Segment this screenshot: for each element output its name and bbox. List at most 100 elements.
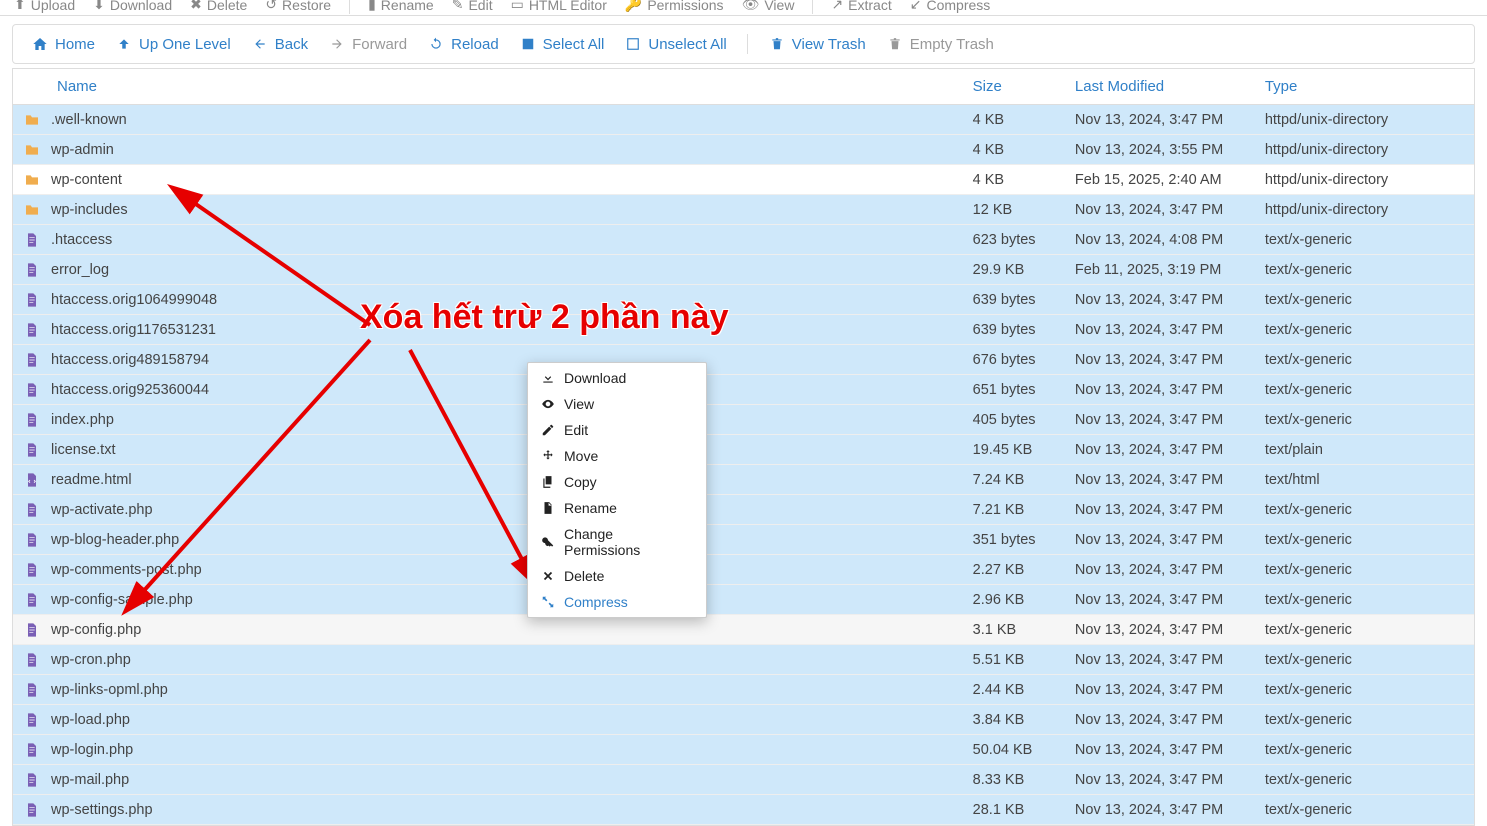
file-modified: Nov 13, 2024, 3:47 PM xyxy=(1065,435,1255,465)
table-row[interactable]: .well-known 4 KB Nov 13, 2024, 3:47 PM h… xyxy=(13,105,1474,135)
folder-icon xyxy=(23,171,41,189)
table-row[interactable]: wp-includes 12 KB Nov 13, 2024, 3:47 PM … xyxy=(13,195,1474,225)
file-type: text/plain xyxy=(1255,435,1474,465)
nav-view-trash-label: View Trash xyxy=(792,36,866,53)
cm-delete[interactable]: Delete xyxy=(528,563,706,589)
cm-rename[interactable]: Rename xyxy=(528,495,706,521)
table-row[interactable]: htaccess.orig1176531231 639 bytes Nov 13… xyxy=(13,315,1474,345)
file-modified: Nov 13, 2024, 3:47 PM xyxy=(1065,615,1255,645)
permissions-label: Permissions xyxy=(647,0,723,13)
table-row[interactable]: error_log 29.9 KB Feb 11, 2025, 3:19 PM … xyxy=(13,255,1474,285)
restore-button[interactable]: ↺Restore xyxy=(265,0,331,13)
permissions-button[interactable]: 🔑Permissions xyxy=(625,0,724,13)
nav-home[interactable]: Home xyxy=(31,35,95,53)
nav-reload[interactable]: Reload xyxy=(427,35,499,53)
cm-download-label: Download xyxy=(564,370,626,386)
file-size: 50.04 KB xyxy=(963,735,1065,765)
table-row[interactable]: htaccess.orig1064999048 639 bytes Nov 13… xyxy=(13,285,1474,315)
nav-up-one-level[interactable]: Up One Level xyxy=(115,35,231,53)
file-name: wp-mail.php xyxy=(51,772,129,788)
file-modified: Nov 13, 2024, 3:47 PM xyxy=(1065,795,1255,825)
table-row[interactable]: wp-cron.php 5.51 KB Nov 13, 2024, 3:47 P… xyxy=(13,645,1474,675)
table-row[interactable]: wp-load.php 3.84 KB Nov 13, 2024, 3:47 P… xyxy=(13,705,1474,735)
close-icon xyxy=(541,569,555,583)
col-header-name[interactable]: Name xyxy=(13,69,963,105)
table-row[interactable]: wp-settings.php 28.1 KB Nov 13, 2024, 3:… xyxy=(13,795,1474,825)
file-icon xyxy=(23,411,41,429)
file-size: 3.84 KB xyxy=(963,705,1065,735)
file-modified: Nov 13, 2024, 3:55 PM xyxy=(1065,135,1255,165)
compress-label: Compress xyxy=(926,0,990,13)
table-row[interactable]: wp-login.php 50.04 KB Nov 13, 2024, 3:47… xyxy=(13,735,1474,765)
file-modified: Nov 13, 2024, 3:47 PM xyxy=(1065,195,1255,225)
extract-button[interactable]: ↗Extract xyxy=(831,0,891,13)
file-icon xyxy=(23,621,41,639)
table-row[interactable]: license.txt 19.45 KB Nov 13, 2024, 3:47 … xyxy=(13,435,1474,465)
edit-button[interactable]: ✎Edit xyxy=(452,0,493,13)
file-size: 623 bytes xyxy=(963,225,1065,255)
nav-back[interactable]: Back xyxy=(251,35,308,53)
file-type: text/x-generic xyxy=(1255,345,1474,375)
file-type: text/x-generic xyxy=(1255,495,1474,525)
cm-edit[interactable]: Edit xyxy=(528,417,706,443)
table-row[interactable]: wp-content 4 KB Feb 15, 2025, 2:40 AM ht… xyxy=(13,165,1474,195)
cm-view[interactable]: View xyxy=(528,391,706,417)
file-type: text/x-generic xyxy=(1255,705,1474,735)
file-icon xyxy=(23,681,41,699)
col-header-type[interactable]: Type xyxy=(1255,69,1474,105)
table-row[interactable]: wp-mail.php 8.33 KB Nov 13, 2024, 3:47 P… xyxy=(13,765,1474,795)
table-row[interactable]: wp-blog-header.php 351 bytes Nov 13, 202… xyxy=(13,525,1474,555)
file-name: htaccess.orig1176531231 xyxy=(51,322,216,338)
col-header-size[interactable]: Size xyxy=(963,69,1065,105)
cm-copy[interactable]: Copy xyxy=(528,469,706,495)
file-name: wp-comments-post.php xyxy=(51,562,202,578)
file-modified: Nov 13, 2024, 3:47 PM xyxy=(1065,465,1255,495)
cm-download[interactable]: Download xyxy=(528,365,706,391)
nav-view-trash[interactable]: View Trash xyxy=(768,35,866,53)
file-size: 19.45 KB xyxy=(963,435,1065,465)
table-row[interactable]: htaccess.orig925360044 651 bytes Nov 13,… xyxy=(13,375,1474,405)
file-modified: Nov 13, 2024, 3:47 PM xyxy=(1065,645,1255,675)
file-modified: Nov 13, 2024, 3:47 PM xyxy=(1065,375,1255,405)
col-header-modified[interactable]: Last Modified xyxy=(1065,69,1255,105)
nav-select-all[interactable]: Select All xyxy=(519,35,605,53)
html-editor-button[interactable]: ▭HTML Editor xyxy=(511,0,607,13)
file-name: index.php xyxy=(51,412,114,428)
file-icon xyxy=(23,711,41,729)
table-row[interactable]: wp-admin 4 KB Nov 13, 2024, 3:55 PM http… xyxy=(13,135,1474,165)
file-table: Name Size Last Modified Type .well-known… xyxy=(13,69,1474,825)
table-row[interactable]: wp-activate.php 7.21 KB Nov 13, 2024, 3:… xyxy=(13,495,1474,525)
file-size: 3.1 KB xyxy=(963,615,1065,645)
table-row[interactable]: wp-comments-post.php 2.27 KB Nov 13, 202… xyxy=(13,555,1474,585)
divider xyxy=(747,34,748,54)
file-modified: Nov 13, 2024, 3:47 PM xyxy=(1065,525,1255,555)
cm-compress[interactable]: Compress xyxy=(528,589,706,615)
file-icon xyxy=(23,321,41,339)
table-row[interactable]: wp-config.php 3.1 KB Nov 13, 2024, 3:47 … xyxy=(13,615,1474,645)
table-row[interactable]: index.php 405 bytes Nov 13, 2024, 3:47 P… xyxy=(13,405,1474,435)
file-size: 7.24 KB xyxy=(963,465,1065,495)
compress-button[interactable]: ↙ Compress xyxy=(910,0,991,13)
file-type: text/x-generic xyxy=(1255,765,1474,795)
delete-button[interactable]: ✖Delete xyxy=(190,0,247,13)
cm-delete-label: Delete xyxy=(564,568,604,584)
cm-change-permissions[interactable]: Change Permissions xyxy=(528,521,706,563)
file-name: wp-load.php xyxy=(51,712,130,728)
forward-arrow-icon xyxy=(328,35,346,53)
download-button[interactable]: ⬇Download xyxy=(93,0,172,13)
table-row[interactable]: wp-links-opml.php 2.44 KB Nov 13, 2024, … xyxy=(13,675,1474,705)
table-row[interactable]: wp-config-sample.php 2.96 KB Nov 13, 202… xyxy=(13,585,1474,615)
table-row[interactable]: readme.html 7.24 KB Nov 13, 2024, 3:47 P… xyxy=(13,465,1474,495)
compress-icon: ↙ xyxy=(910,0,922,13)
nav-empty-trash-label: Empty Trash xyxy=(910,36,994,53)
upload-button[interactable]: ⬆Upload xyxy=(14,0,75,13)
file-icon xyxy=(23,561,41,579)
cm-move[interactable]: Move xyxy=(528,443,706,469)
nav-unselect-all[interactable]: Unselect All xyxy=(624,35,726,53)
nav-reload-label: Reload xyxy=(451,36,499,53)
folder-icon xyxy=(23,141,41,159)
view-button[interactable]: 👁View xyxy=(742,0,795,13)
table-row[interactable]: htaccess.orig489158794 676 bytes Nov 13,… xyxy=(13,345,1474,375)
table-row[interactable]: .htaccess 623 bytes Nov 13, 2024, 4:08 P… xyxy=(13,225,1474,255)
rename-button[interactable]: ▮Rename xyxy=(368,0,434,13)
